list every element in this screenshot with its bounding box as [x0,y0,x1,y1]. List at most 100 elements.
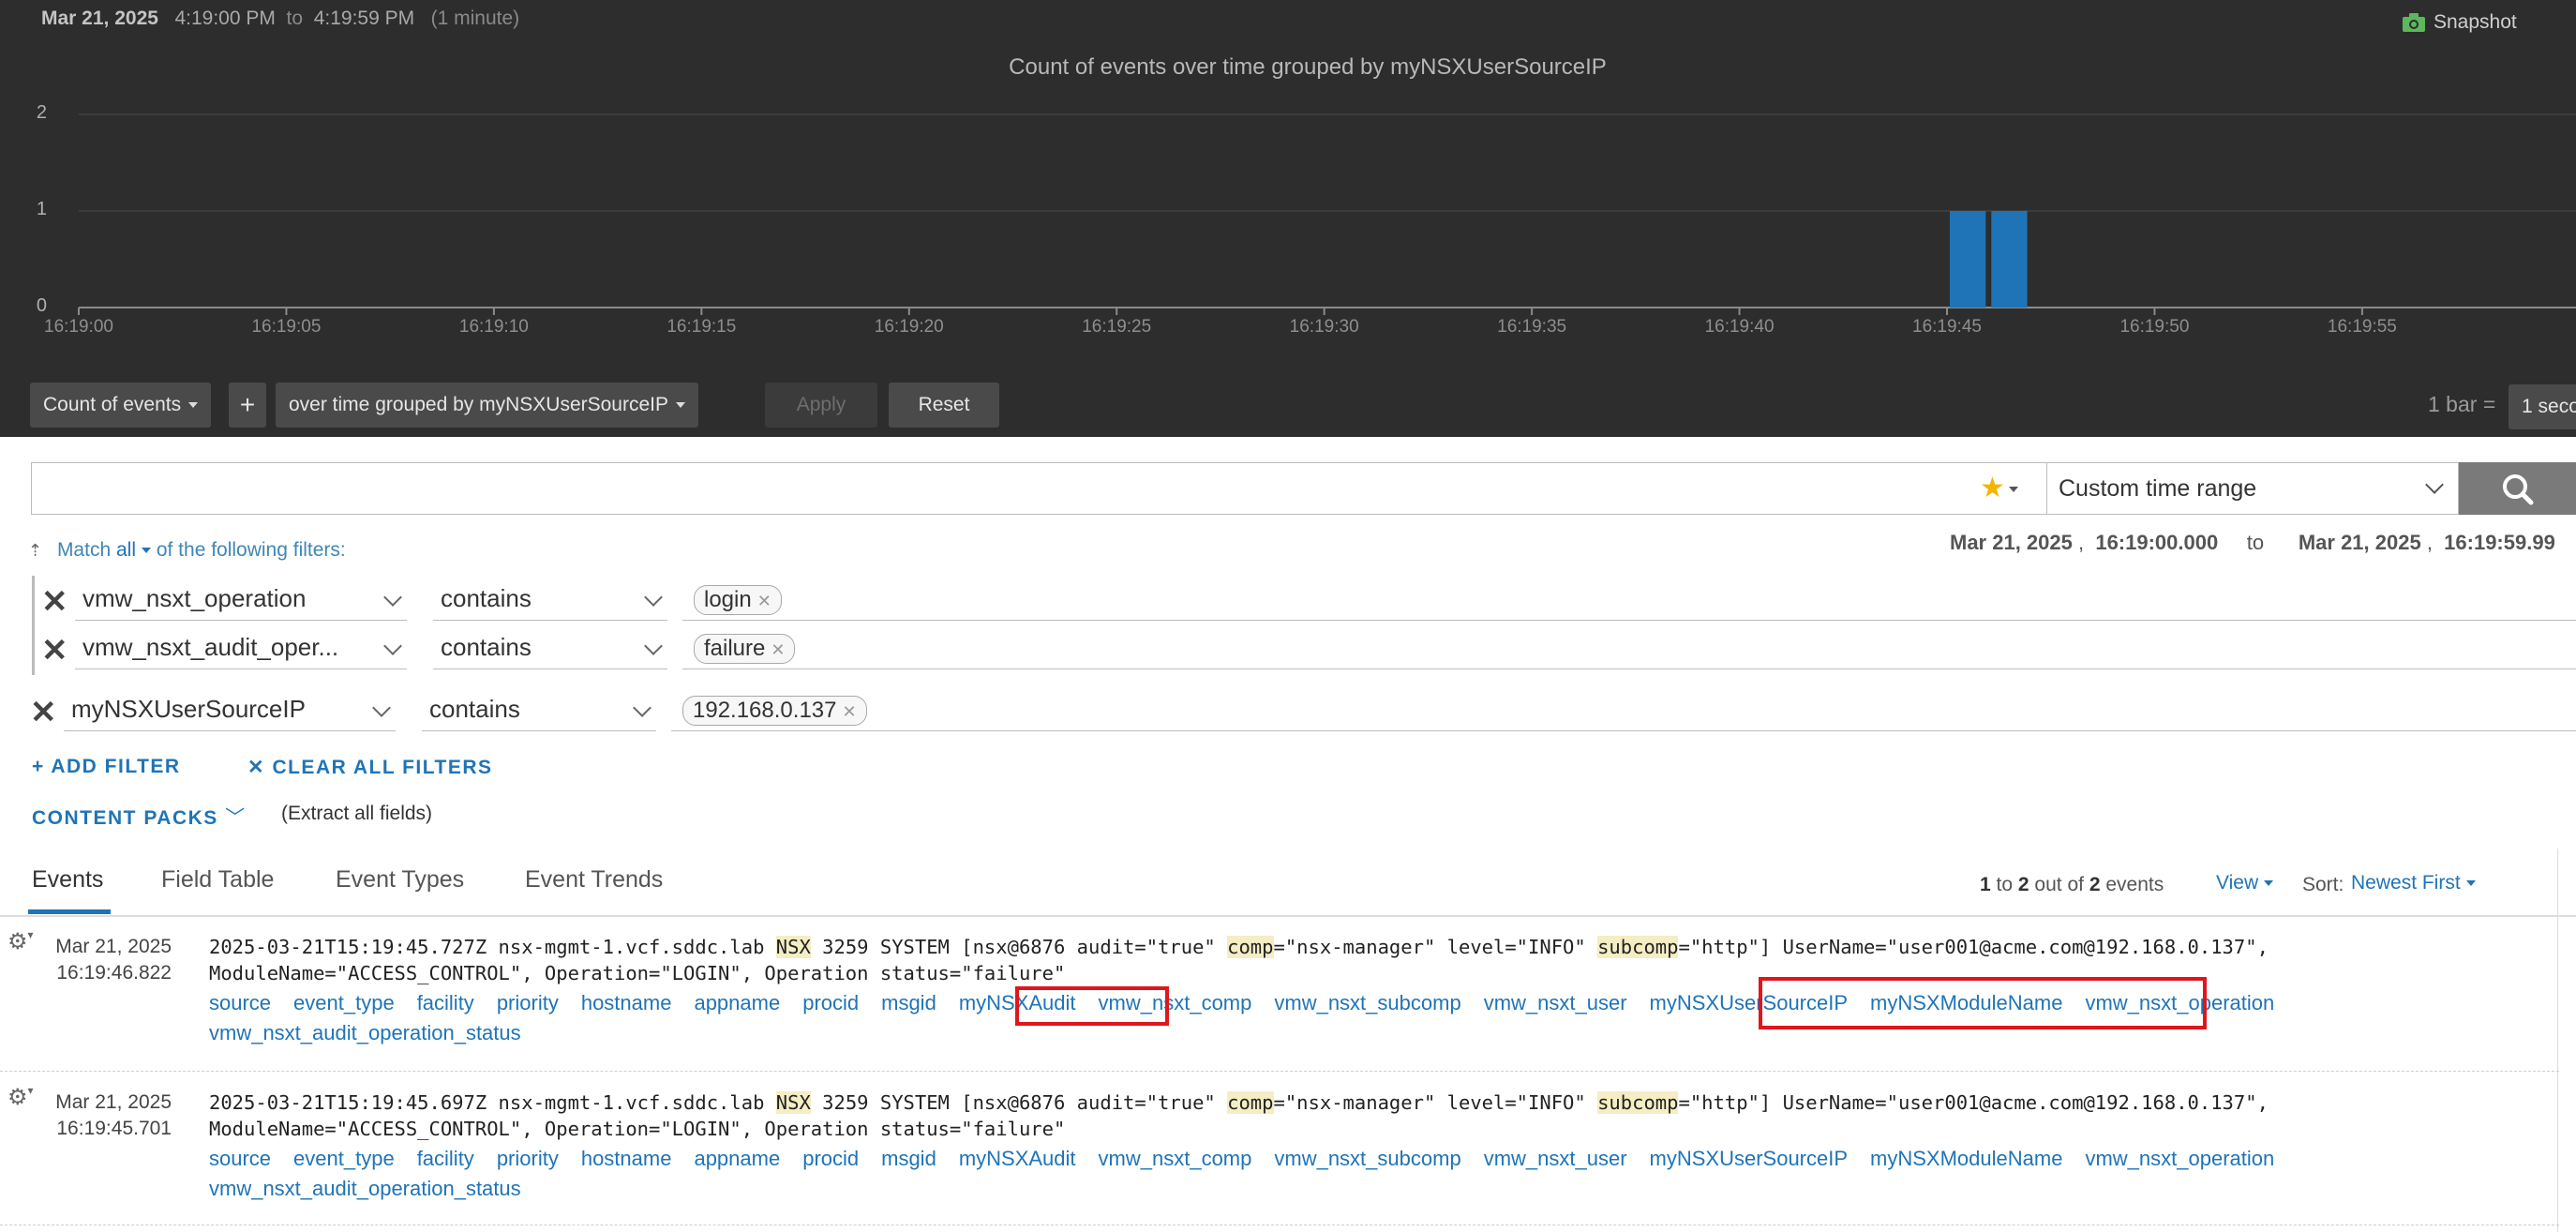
field-link-mynsxusersourceip[interactable]: myNSXUserSourceIP [1650,1144,1849,1174]
tab-events[interactable]: Events [32,866,103,894]
filter-field: vmw_nsxt_operation [82,584,307,612]
add-series-button[interactable]: + [229,383,266,428]
field-link-procid[interactable]: procid [802,1144,859,1174]
to-time[interactable]: 16:19:59.99 [2444,531,2555,554]
event-timestamp: Mar 21, 2025 16:19:45.701 [37,1089,172,1142]
filter-field-select[interactable]: myNSXUserSourceIP [64,690,396,731]
filter-operator-select[interactable]: contains [433,628,667,669]
filter-field-select[interactable]: vmw_nsxt_operation [75,579,407,621]
field-link-vmw-nsxt-audit-operation-status[interactable]: vmw_nsxt_audit_operation_status [209,1174,521,1204]
field-link-vmw-nsxt-subcomp[interactable]: vmw_nsxt_subcomp [1274,988,1460,1018]
filter-operator-select[interactable]: contains [422,690,656,731]
add-filter-label: ADD FILTER [51,756,181,777]
field-link-msgid[interactable]: msgid [881,1144,936,1174]
from-time[interactable]: 16:19:00.000 [2095,531,2218,554]
field-link-appname[interactable]: appname [694,1144,780,1174]
remove-tag-icon[interactable]: ✕ [757,592,771,610]
x-tick-label: 16:19:30 [1290,317,1359,337]
field-link-mynsxaudit[interactable]: myNSXAudit [959,1144,1076,1174]
absolute-time-range: Mar 21, 2025 , 16:19:00.000 to Mar 21, 2… [1950,531,2555,554]
field-link-msgid[interactable]: msgid [881,988,936,1018]
field-link-event-type[interactable]: event_type [293,1144,395,1174]
match-suffix: of the following filters: [156,539,346,561]
field-link-event-type[interactable]: event_type [293,988,395,1018]
field-link-mynsxmodulename[interactable]: myNSXModuleName [1870,1144,2062,1174]
filter-value-input[interactable]: 192.168.0.137 ✕ [671,690,2576,731]
group-by-label: over time grouped by myNSXUserSourceIP [289,394,668,415]
field-link-procid[interactable]: procid [802,988,859,1018]
x-tick-label: 16:19:25 [1082,317,1151,337]
event-time: 16:19:45.701 [56,1118,172,1139]
tab-field-table[interactable]: Field Table [161,866,274,894]
time-range-header: Mar 21, 2025 4:19:00 PM to 4:19:59 PM (1… [41,8,519,30]
x-tick-label: 16:19:55 [2328,317,2397,337]
event-text[interactable]: 2025-03-21T15:19:45.697Z nsx-mgmt-1.vcf.… [209,1089,2269,1142]
field-link-vmw-nsxt-audit-operation-status[interactable]: vmw_nsxt_audit_operation_status [209,1018,521,1048]
x-tick-label: 16:19:05 [251,317,321,337]
match-all-dropdown[interactable]: all [116,539,151,561]
event-text-part: ="http"] UserName="user001@acme.com@192.… [1678,936,2269,958]
group-by-dropdown[interactable]: over time grouped by myNSXUserSourceIP [276,383,698,428]
y-tick-label: 2 [37,102,47,123]
filter-field-select[interactable]: vmw_nsxt_audit_oper... [75,628,407,669]
reset-button[interactable]: Reset [889,383,999,428]
apply-button[interactable]: Apply [765,383,877,428]
tab-event-trends[interactable]: Event Trends [525,866,663,894]
field-link-facility[interactable]: facility [417,1144,474,1174]
field-link-source[interactable]: source [209,988,271,1018]
field-link-priority[interactable]: priority [497,988,559,1018]
remove-tag-icon[interactable]: ✕ [771,640,785,659]
remove-filter-icon[interactable]: ✕ [41,583,68,621]
caret-down-icon [141,548,151,554]
field-link-hostname[interactable]: hostname [581,1144,672,1174]
chart-title: Count of events over time grouped by myN… [1009,54,1607,80]
field-link-facility[interactable]: facility [417,988,474,1018]
reset-label: Reset [918,394,970,415]
field-link-vmw-nsxt-user[interactable]: vmw_nsxt_user [1484,1144,1627,1174]
x-tick-label: 16:19:35 [1497,317,1566,337]
event-gear-icon[interactable]: ⚙▾ [7,928,34,955]
filter-value-input[interactable]: login ✕ [682,579,2576,621]
remove-filter-icon[interactable]: ✕ [41,632,68,669]
search-input[interactable] [31,462,2046,515]
paging-to-word: to [1996,874,2014,895]
filter-value-input[interactable]: failure ✕ [682,628,2576,669]
event-gear-icon[interactable]: ⚙▾ [7,1084,34,1111]
tab-event-types[interactable]: Event Types [336,866,464,894]
from-date[interactable]: Mar 21, 2025 [1950,531,2073,554]
snapshot-button[interactable]: Snapshot [2402,11,2517,34]
search-button[interactable] [2459,462,2576,515]
field-link-vmw-nsxt-comp[interactable]: vmw_nsxt_comp [1099,1144,1252,1174]
sort-dropdown[interactable]: Newest First [2351,872,2476,894]
to-date[interactable]: Mar 21, 2025 [2299,531,2421,554]
filter-value-tag: login ✕ [694,585,782,615]
view-dropdown[interactable]: View [2216,872,2274,894]
field-link-priority[interactable]: priority [497,1144,559,1174]
collapse-icon[interactable]: ⇡ [28,541,42,560]
field-link-source[interactable]: source [209,1144,271,1174]
bar-size-label: 1 bar = [2428,392,2496,416]
count-label: Count of events [43,394,182,415]
extract-all-fields-link[interactable]: (Extract all fields) [281,803,432,825]
field-link-hostname[interactable]: hostname [581,988,672,1018]
remove-filter-icon[interactable]: ✕ [30,694,57,731]
remove-tag-icon[interactable]: ✕ [842,702,856,721]
add-filter-button[interactable]: + ADD FILTER [32,756,181,778]
event-text-part: 3259 SYSTEM [nsx@6876 audit="true" [810,936,1228,958]
chevron-down-icon [383,637,402,655]
event-highlight: subcomp [1597,936,1679,958]
time-range-select[interactable]: Custom time range [2046,462,2459,515]
event-separator [0,1071,2559,1073]
field-link-vmw-nsxt-user[interactable]: vmw_nsxt_user [1484,988,1627,1018]
clear-all-filters-button[interactable]: ✕ CLEAR ALL FILTERS [247,756,493,779]
paging-to: 2 [2017,874,2029,895]
paging-events-word: events [2105,874,2164,895]
count-of-events-dropdown[interactable]: Count of events [30,383,212,428]
field-link-vmw-nsxt-subcomp[interactable]: vmw_nsxt_subcomp [1274,1144,1460,1174]
bar-size-dropdown[interactable]: 1 seco [2509,384,2576,429]
filter-operator-select[interactable]: contains [433,579,667,621]
field-link-appname[interactable]: appname [694,988,780,1018]
content-packs-dropdown[interactable]: CONTENT PACKS ﹀ [32,803,247,831]
favorites-star-icon[interactable]: ★ [1980,472,2018,504]
field-link-vmw-nsxt-operation[interactable]: vmw_nsxt_operation [2085,1144,2274,1174]
